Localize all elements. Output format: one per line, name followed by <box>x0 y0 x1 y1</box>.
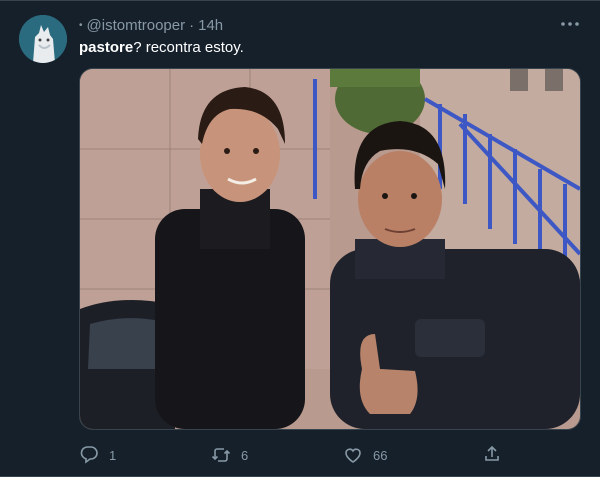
share-button[interactable] <box>482 444 502 464</box>
user-handle[interactable]: @istomtrooper <box>87 17 186 34</box>
share-icon <box>485 445 499 461</box>
reply-count: 1 <box>109 447 117 463</box>
timestamp[interactable]: 14h <box>198 17 223 34</box>
tweet-bold-text: pastore <box>79 39 134 56</box>
more-icon[interactable] <box>558 14 582 34</box>
retweet-icon <box>211 448 231 462</box>
like-count: 66 <box>373 447 388 463</box>
tweet-actions: 1 6 66 <box>79 444 509 466</box>
tweet-body-text: ? recontra estoy. <box>133 39 244 56</box>
tweet-photo[interactable] <box>79 68 581 430</box>
reply-button[interactable]: 1 <box>79 445 211 465</box>
tweet-header: • @istomtrooper · 14h <box>79 15 223 35</box>
retweet-count: 6 <box>241 447 249 463</box>
tweet-text: pastore? recontra estoy. <box>79 39 244 56</box>
like-icon <box>345 448 361 463</box>
photo-image <box>80 69 580 429</box>
reply-icon <box>80 446 98 464</box>
avatar-image <box>19 15 67 63</box>
tweet-card[interactable]: • @istomtrooper · 14h pastore? recontra … <box>0 0 600 477</box>
retweet-button[interactable]: 6 <box>211 445 343 465</box>
separator-dot: • <box>79 19 83 31</box>
separator: · <box>189 16 195 34</box>
avatar[interactable] <box>19 15 67 63</box>
like-button[interactable]: 66 <box>343 445 475 465</box>
